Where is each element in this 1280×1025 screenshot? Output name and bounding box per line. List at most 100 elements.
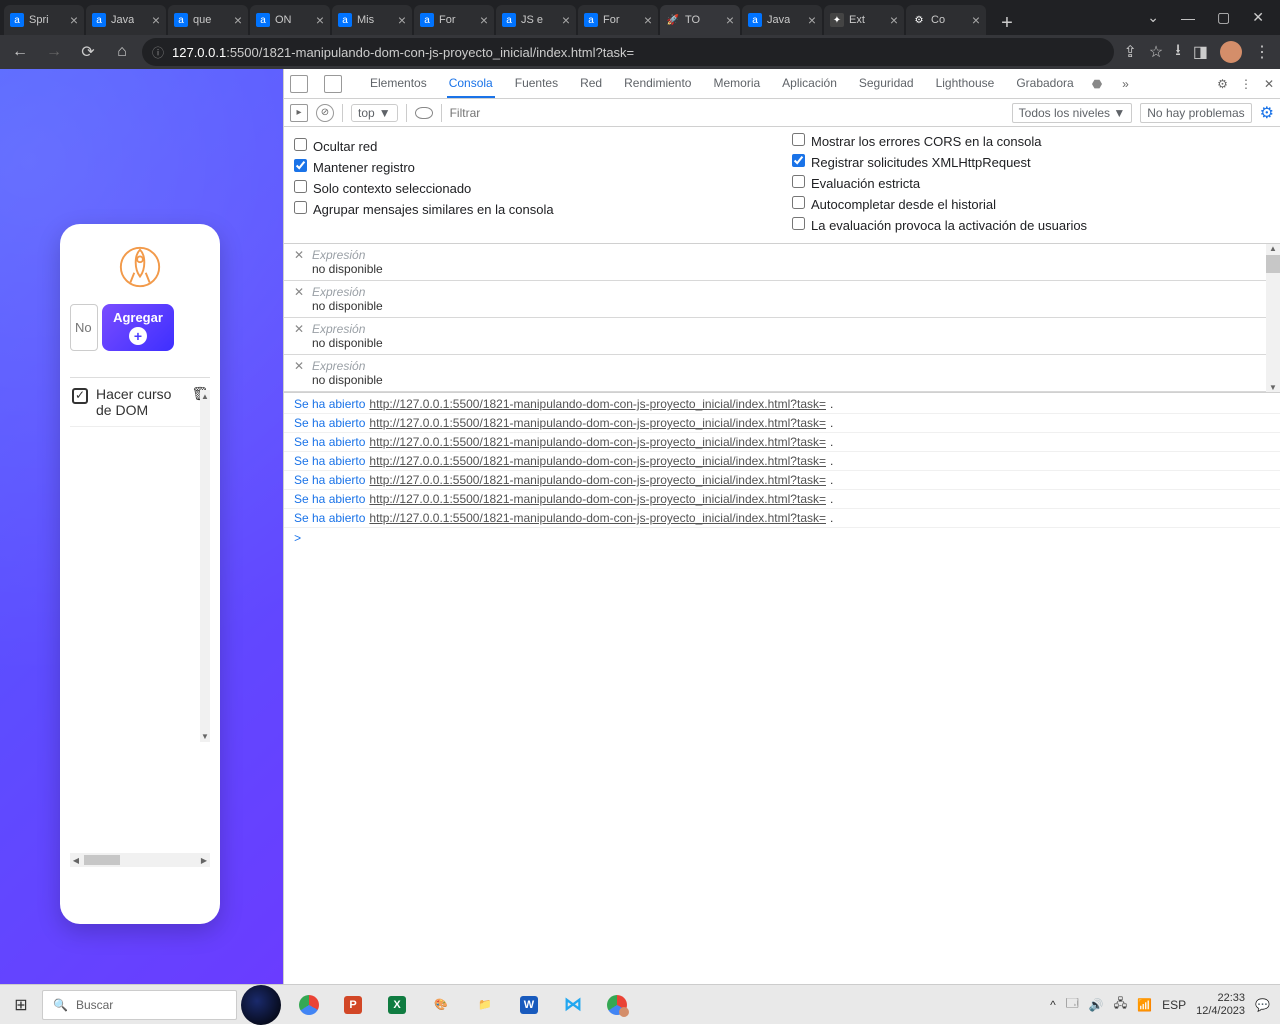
- scroll-thumb[interactable]: [1266, 255, 1280, 273]
- console-setting-check[interactable]: Solo contexto seleccionado: [294, 180, 772, 196]
- tab-close-icon[interactable]: ×: [808, 13, 816, 27]
- maximize-button[interactable]: ▢: [1217, 9, 1230, 26]
- scroll-down-icon[interactable]: ▼: [200, 730, 210, 742]
- log-url-link[interactable]: http://127.0.0.1:5500/1821-manipulando-d…: [369, 416, 826, 430]
- volume-icon[interactable]: 🔊: [1089, 998, 1104, 1012]
- checkbox[interactable]: [294, 138, 307, 151]
- task-checkbox[interactable]: [72, 388, 88, 404]
- browser-tab[interactable]: aJava×: [742, 5, 822, 35]
- forward-button[interactable]: →: [40, 38, 68, 66]
- devtools-close-icon[interactable]: ✕: [1264, 77, 1274, 91]
- expressions-scrollbar[interactable]: ▲ ▼: [1266, 244, 1280, 392]
- log-url-link[interactable]: http://127.0.0.1:5500/1821-manipulando-d…: [369, 511, 826, 525]
- app-chrome-2[interactable]: [597, 985, 637, 1025]
- clear-console-icon[interactable]: ⊘: [316, 104, 334, 122]
- back-button[interactable]: ←: [6, 38, 34, 66]
- remove-expression-icon[interactable]: ✕: [294, 285, 304, 299]
- log-levels-selector[interactable]: Todos los niveles ▼: [1012, 103, 1133, 123]
- tab-close-icon[interactable]: ×: [480, 13, 488, 27]
- checkbox[interactable]: [294, 159, 307, 172]
- site-info-icon[interactable]: ⓘ: [150, 44, 166, 61]
- console-setting-check[interactable]: Autocompletar desde el historial: [792, 196, 1270, 212]
- browser-tab[interactable]: aMis×: [332, 5, 412, 35]
- console-setting-check[interactable]: Mantener registro: [294, 159, 772, 175]
- kebab-menu-icon[interactable]: ⋮: [1254, 42, 1270, 62]
- console-setting-check[interactable]: Ocultar red: [294, 138, 772, 154]
- devtools-settings-gear-icon[interactable]: ⚙: [1217, 77, 1228, 91]
- browser-tab[interactable]: aFor×: [578, 5, 658, 35]
- browser-tab[interactable]: ⚙Co×: [906, 5, 986, 35]
- wifi-icon[interactable]: 📶: [1137, 998, 1152, 1012]
- tab-close-icon[interactable]: ×: [972, 13, 980, 27]
- app-powerpoint[interactable]: P: [333, 985, 373, 1025]
- scroll-up-icon[interactable]: ▲: [200, 390, 210, 402]
- input-language[interactable]: ESP: [1162, 998, 1186, 1012]
- devtools-tab[interactable]: Consola: [447, 70, 495, 98]
- checkbox[interactable]: [792, 217, 805, 230]
- checkbox[interactable]: [792, 196, 805, 209]
- console-filter-input[interactable]: [441, 104, 1004, 122]
- app-chrome[interactable]: [289, 985, 329, 1025]
- address-bar[interactable]: ⓘ 127.0.0.1:5500/1821-manipulando-dom-co…: [142, 38, 1114, 66]
- browser-tab[interactable]: aON×: [250, 5, 330, 35]
- browser-tab[interactable]: aJava×: [86, 5, 166, 35]
- cortana-icon[interactable]: [241, 985, 281, 1025]
- devtools-tab[interactable]: Elementos: [368, 70, 429, 98]
- tray-chevron-up-icon[interactable]: ^: [1050, 998, 1056, 1012]
- tab-close-icon[interactable]: ×: [234, 13, 242, 27]
- browser-tab[interactable]: aque×: [168, 5, 248, 35]
- scroll-down-icon[interactable]: ▼: [1266, 383, 1280, 392]
- browser-tab[interactable]: ✦Ext×: [824, 5, 904, 35]
- tab-close-icon[interactable]: ×: [890, 13, 898, 27]
- context-selector[interactable]: top▼: [351, 104, 398, 122]
- log-url-link[interactable]: http://127.0.0.1:5500/1821-manipulando-d…: [369, 492, 826, 506]
- card-vertical-scrollbar[interactable]: ▲ ▼: [200, 390, 210, 742]
- console-sidebar-toggle-icon[interactable]: ▸: [290, 104, 308, 122]
- devtools-tab[interactable]: Seguridad: [857, 70, 916, 98]
- log-url-link[interactable]: http://127.0.0.1:5500/1821-manipulando-d…: [369, 473, 826, 487]
- console-setting-check[interactable]: Mostrar los errores CORS en la consola: [792, 133, 1270, 149]
- tab-close-icon[interactable]: ×: [726, 13, 734, 27]
- devtools-tab[interactable]: Lighthouse: [934, 70, 997, 98]
- tab-close-icon[interactable]: ×: [644, 13, 652, 27]
- devtools-tab[interactable]: Aplicación: [780, 70, 839, 98]
- downloads-icon[interactable]: ⭳: [1175, 39, 1181, 66]
- close-window-button[interactable]: ✕: [1252, 9, 1264, 26]
- devtools-kebab-icon[interactable]: ⋮: [1240, 77, 1252, 91]
- more-tabs-chevron-icon[interactable]: »: [1122, 77, 1129, 91]
- taskbar-search[interactable]: 🔍 Buscar: [42, 990, 237, 1020]
- remove-expression-icon[interactable]: ✕: [294, 248, 304, 262]
- browser-tab[interactable]: aSpri×: [4, 5, 84, 35]
- devtools-tab[interactable]: Fuentes: [513, 70, 560, 98]
- app-word[interactable]: W: [509, 985, 549, 1025]
- reload-button[interactable]: ⟳: [74, 38, 102, 66]
- notifications-icon[interactable]: 💬: [1255, 998, 1270, 1012]
- tab-close-icon[interactable]: ×: [70, 13, 78, 27]
- home-button[interactable]: ⌂: [108, 38, 136, 66]
- log-url-link[interactable]: http://127.0.0.1:5500/1821-manipulando-d…: [369, 397, 826, 411]
- scroll-right-icon[interactable]: ▶: [198, 856, 210, 865]
- devtools-tab[interactable]: Red: [578, 70, 604, 98]
- scroll-left-icon[interactable]: ◀: [70, 856, 82, 865]
- remove-expression-icon[interactable]: ✕: [294, 322, 304, 336]
- checkbox[interactable]: [792, 175, 805, 188]
- app-paint[interactable]: 🎨: [421, 985, 461, 1025]
- tab-close-icon[interactable]: ×: [398, 13, 406, 27]
- side-panel-icon[interactable]: ◨: [1193, 42, 1208, 62]
- console-settings-gear-icon[interactable]: ⚙: [1260, 103, 1274, 123]
- card-horizontal-scrollbar[interactable]: ◀ ▶: [70, 853, 210, 867]
- tab-menu-chevron-down-icon[interactable]: ⌄: [1147, 9, 1159, 26]
- app-excel[interactable]: X: [377, 985, 417, 1025]
- tab-close-icon[interactable]: ×: [316, 13, 324, 27]
- devtools-tab[interactable]: Memoria: [711, 70, 762, 98]
- task-input[interactable]: [70, 304, 98, 351]
- tab-close-icon[interactable]: ×: [562, 13, 570, 27]
- remove-expression-icon[interactable]: ✕: [294, 359, 304, 373]
- browser-tab[interactable]: 🚀TO×: [660, 5, 740, 35]
- devtools-tab[interactable]: Rendimiento: [622, 70, 693, 98]
- log-url-link[interactable]: http://127.0.0.1:5500/1821-manipulando-d…: [369, 435, 826, 449]
- share-icon[interactable]: ⇪: [1124, 42, 1137, 62]
- device-toolbar-icon[interactable]: [324, 75, 342, 93]
- profile-avatar[interactable]: [1220, 41, 1242, 63]
- browser-tab[interactable]: aFor×: [414, 5, 494, 35]
